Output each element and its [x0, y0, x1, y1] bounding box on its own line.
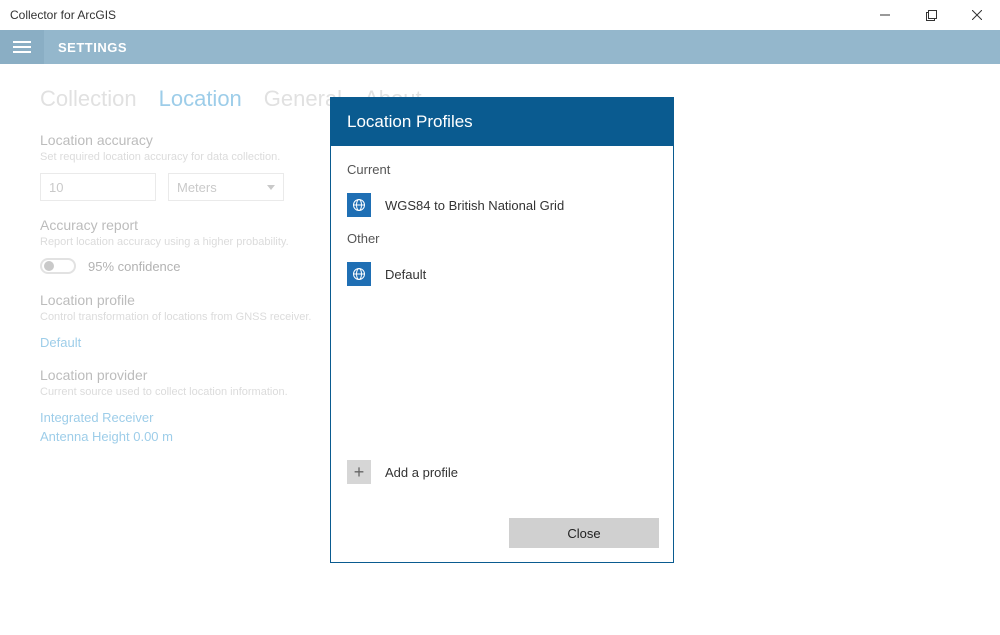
hamburger-menu-button[interactable] — [0, 30, 44, 64]
header-title: SETTINGS — [58, 40, 127, 55]
dialog-title: Location Profiles — [331, 98, 673, 146]
profile-current-name: WGS84 to British National Grid — [385, 198, 564, 213]
window-titlebar: Collector for ArcGIS — [0, 0, 1000, 30]
close-window-button[interactable] — [954, 0, 1000, 30]
location-profiles-dialog: Location Profiles Current WGS84 to Briti… — [330, 97, 674, 563]
current-group-label: Current — [347, 162, 657, 177]
plus-icon: + — [347, 460, 371, 484]
window-controls — [862, 0, 1000, 30]
maximize-button[interactable] — [908, 0, 954, 30]
globe-icon — [347, 262, 371, 286]
profile-item-current[interactable]: WGS84 to British National Grid — [347, 187, 657, 231]
profile-item-other[interactable]: Default — [347, 256, 657, 300]
add-profile-button[interactable]: + Add a profile — [347, 454, 657, 498]
other-group-label: Other — [347, 231, 657, 246]
add-profile-label: Add a profile — [385, 465, 458, 480]
window-title: Collector for ArcGIS — [10, 8, 116, 22]
minimize-button[interactable] — [862, 0, 908, 30]
close-button[interactable]: Close — [509, 518, 659, 548]
app-header: SETTINGS — [0, 30, 1000, 64]
profile-other-name: Default — [385, 267, 426, 282]
globe-icon — [347, 193, 371, 217]
hamburger-icon — [13, 41, 31, 53]
